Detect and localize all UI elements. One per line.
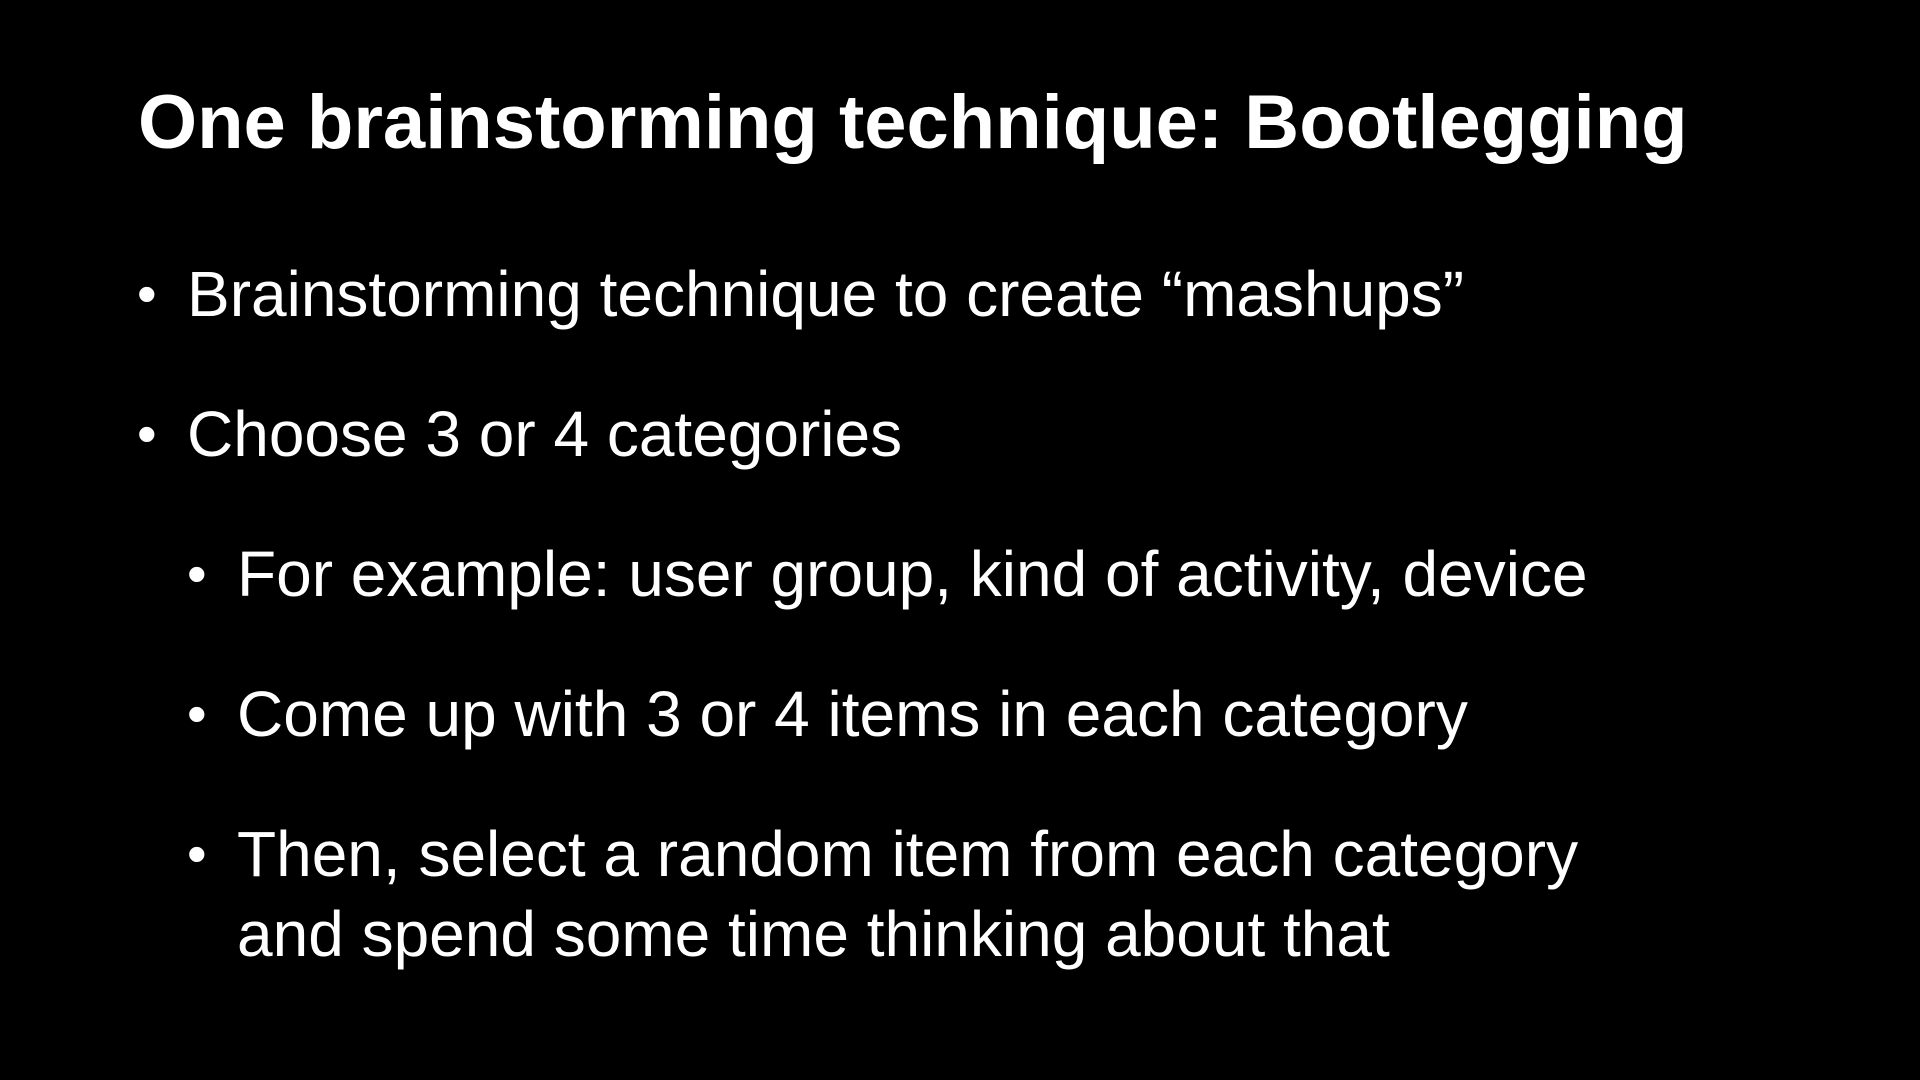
bullet-list: • Brainstorming technique to create “mas… [0, 0, 1920, 1080]
sub-bullet-item: • For example: user group, kind of activ… [187, 534, 1588, 614]
sub-bullet-item: • Come up with 3 or 4 items in each cate… [187, 674, 1468, 754]
bullet-icon: • [187, 542, 207, 605]
bullet-text-line-1: Then, select a random item from each cat… [237, 818, 1579, 890]
bullet-icon: • [187, 682, 207, 745]
bullet-text: Brainstorming technique to create “mashu… [187, 258, 1465, 330]
bullet-item: • Brainstorming technique to create “mas… [137, 254, 1465, 334]
bullet-text: Choose 3 or 4 categories [187, 398, 903, 470]
bullet-text: For example: user group, kind of activit… [237, 538, 1588, 610]
slide: One brainstorming technique: Bootlegging… [0, 0, 1920, 1080]
bullet-icon: • [187, 822, 207, 885]
bullet-icon: • [137, 402, 157, 465]
bullet-icon: • [137, 262, 157, 325]
bullet-item: • Choose 3 or 4 categories [137, 394, 903, 474]
bullet-text-line-2: and spend some time thinking about that [237, 898, 1390, 970]
sub-bullet-item: • Then, select a random item from each c… [187, 814, 1579, 974]
bullet-text: Come up with 3 or 4 items in each catego… [237, 678, 1468, 750]
